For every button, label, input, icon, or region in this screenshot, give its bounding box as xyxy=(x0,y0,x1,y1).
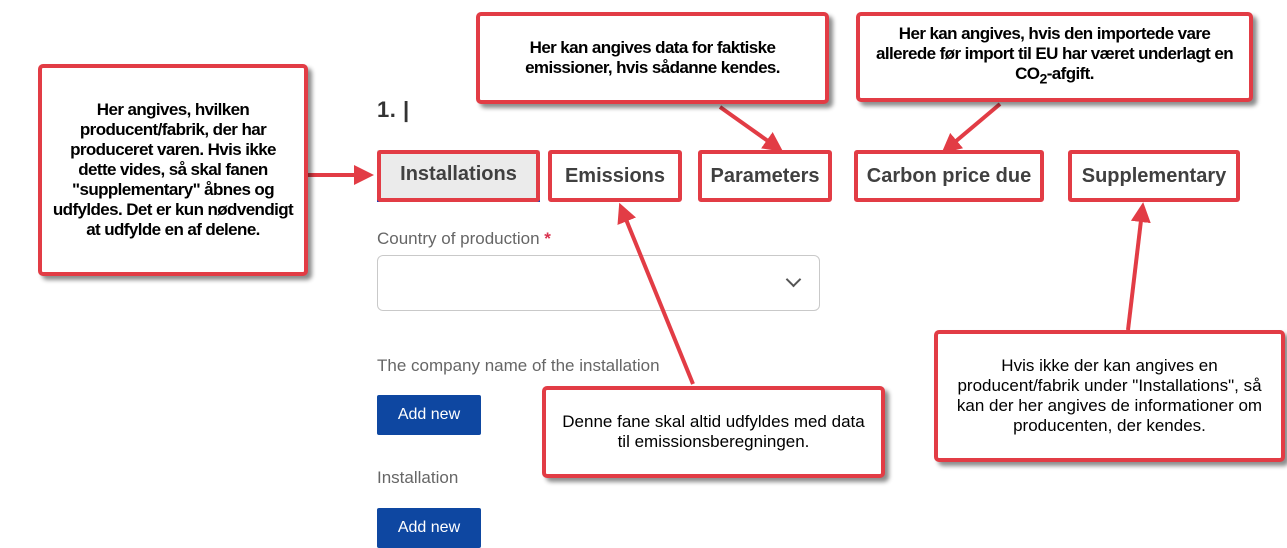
arrow-to-parameters xyxy=(718,105,784,152)
emissions-note: Denne fane skal altid udfyldes med data … xyxy=(542,386,885,478)
parameters-note: Her kan angives data for faktiske emissi… xyxy=(476,12,829,104)
arrow-to-supplementary xyxy=(1126,202,1151,331)
installations-note: Her angives, hvilken producent/fabrik, d… xyxy=(38,64,308,276)
arrow-to-emissions xyxy=(617,202,695,385)
supplementary-note: Hvis ikke der kan angives en producent/f… xyxy=(934,330,1285,462)
arrow-to-carbon-price-due xyxy=(941,102,1002,154)
carbon-price-note: Her kan angives, hvis den importede vare… xyxy=(856,12,1253,102)
